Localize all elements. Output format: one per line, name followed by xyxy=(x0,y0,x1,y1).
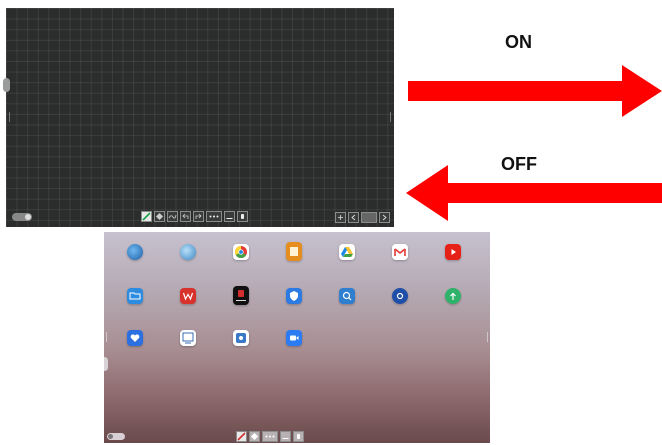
right-edge-marker xyxy=(487,332,488,342)
hand-icon[interactable] xyxy=(237,211,248,222)
globe-icon xyxy=(180,244,196,260)
gmail-icon xyxy=(392,244,408,260)
shape-icon[interactable] xyxy=(167,211,178,222)
more-icon[interactable] xyxy=(206,211,222,222)
app-youtube[interactable] xyxy=(435,244,471,260)
more-icon[interactable] xyxy=(262,431,278,442)
app-chrome[interactable] xyxy=(223,244,259,260)
eraser-icon[interactable] xyxy=(249,431,260,442)
whiteboard-toggle[interactable] xyxy=(12,213,32,221)
folder-icon xyxy=(127,288,143,304)
launcher-toolbar xyxy=(236,431,304,442)
right-edge-marker xyxy=(390,112,391,122)
minimize-icon[interactable] xyxy=(280,431,291,442)
shield-icon xyxy=(286,288,302,304)
app-video[interactable] xyxy=(276,330,312,346)
wps-icon xyxy=(180,288,196,304)
redo-icon[interactable] xyxy=(193,211,204,222)
app-gmail[interactable] xyxy=(382,244,418,260)
app-globe-2[interactable] xyxy=(170,244,206,260)
upload-icon xyxy=(445,288,461,304)
whiteboard-icon xyxy=(180,330,196,346)
app-search[interactable] xyxy=(329,288,365,304)
app-dark[interactable] xyxy=(223,286,259,305)
side-drawer-handle[interactable] xyxy=(104,357,108,371)
video-icon xyxy=(286,330,302,346)
app-shield[interactable] xyxy=(276,288,312,304)
whiteboard-toolbar xyxy=(141,211,248,222)
gear-icon xyxy=(233,330,249,346)
eraser-icon[interactable] xyxy=(154,211,165,222)
app-globe-1[interactable] xyxy=(117,244,153,260)
heart-icon xyxy=(127,330,143,346)
hand-icon[interactable] xyxy=(293,431,304,442)
arrow-right-icon xyxy=(408,65,662,117)
app-icon xyxy=(233,286,249,305)
launcher-toggle[interactable] xyxy=(107,433,125,440)
app-drive[interactable] xyxy=(329,244,365,260)
youtube-icon xyxy=(445,244,461,260)
app-heart[interactable] xyxy=(117,330,153,346)
app-wps[interactable] xyxy=(170,288,206,304)
next-page-icon[interactable] xyxy=(379,212,390,223)
chrome-icon xyxy=(233,244,249,260)
add-page-icon[interactable] xyxy=(335,212,346,223)
pen-icon[interactable] xyxy=(141,211,152,222)
drive-icon xyxy=(339,244,355,260)
minimize-icon[interactable] xyxy=(224,211,235,222)
side-drawer-handle[interactable] xyxy=(3,78,10,92)
whiteboard-screen xyxy=(3,8,394,227)
app-launcher-screen xyxy=(104,232,490,443)
search-icon xyxy=(339,288,355,304)
undo-icon[interactable] xyxy=(180,211,191,222)
book-icon xyxy=(286,242,302,261)
page-controls xyxy=(335,212,390,223)
arrow-left-icon xyxy=(406,165,662,221)
app-whiteboard[interactable] xyxy=(170,330,206,346)
app-settings-round[interactable] xyxy=(382,288,418,304)
left-edge-marker xyxy=(106,332,107,342)
left-edge-marker xyxy=(9,112,10,122)
app-book[interactable] xyxy=(276,242,312,261)
page-indicator-icon[interactable] xyxy=(361,212,377,223)
on-label: ON xyxy=(505,32,532,52)
prev-page-icon[interactable] xyxy=(348,212,359,223)
settings-icon xyxy=(392,288,408,304)
app-upload[interactable] xyxy=(435,288,471,304)
app-gear[interactable] xyxy=(223,330,259,346)
pen-icon[interactable] xyxy=(236,431,247,442)
globe-icon xyxy=(127,244,143,260)
app-files[interactable] xyxy=(117,288,153,304)
